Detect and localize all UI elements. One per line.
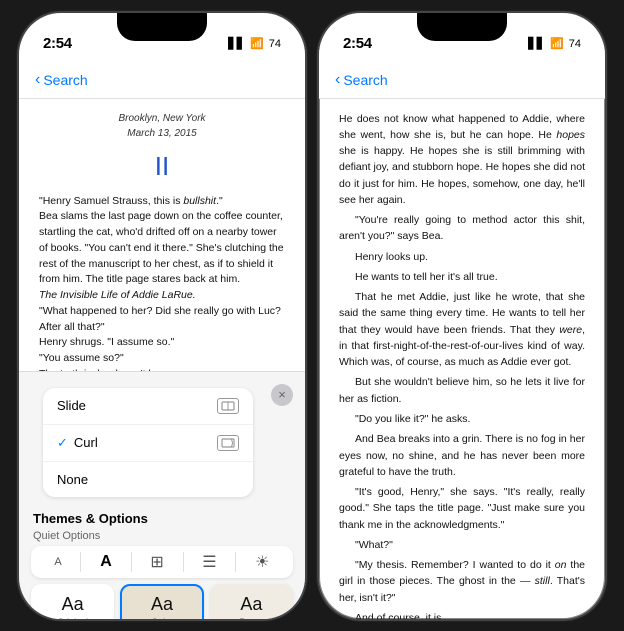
right-status-icons: ▋▋ 📶 74 [528, 37, 581, 50]
font-small-icon: A [54, 556, 61, 568]
left-book-text: Brooklyn, New YorkMarch 13, 2015 II "Hen… [19, 99, 305, 383]
left-back-button[interactable]: ‹ Search [35, 71, 88, 89]
right-para-3: He wants to tell her it's all true. [339, 269, 585, 285]
right-back-label: Search [343, 72, 387, 88]
font-large-icon: A [100, 553, 112, 571]
themes-grid: Aa Original Aa Quiet Aa Paper Aa Bold [19, 584, 305, 621]
right-para-7: And Bea breaks into a grin. There is no … [339, 431, 585, 480]
left-book-content: Brooklyn, New YorkMarch 13, 2015 II "Hen… [19, 99, 305, 383]
font-toolbar: A A ⊞ ☰ ☀ [31, 546, 293, 578]
checkmark-icon: ✓ [57, 435, 68, 451]
theme-original[interactable]: Aa Original [31, 584, 114, 621]
right-notch [417, 13, 507, 41]
wifi-icon: 📶 [250, 37, 264, 50]
quiet-options-label: Quiet Options [19, 530, 305, 546]
font-style-icon[interactable]: ⊞ [150, 552, 163, 572]
font-format-icon[interactable]: ☰ [202, 552, 216, 572]
theme-original-label: Original [57, 617, 88, 621]
right-para-4: That he met Addie, just like he wrote, t… [339, 289, 585, 370]
chapter-number: II [39, 147, 285, 186]
book-para-2: The Invisible Life of Addie LaRue. [39, 288, 285, 304]
phones-container: 2:54 ▋▋ 📶 74 ‹ Search Brooklyn, New York… [17, 11, 607, 621]
brightness-icon[interactable]: ☀ [255, 552, 269, 572]
right-phone: 2:54 ▋▋ 📶 74 ‹ Search He does not know w… [317, 11, 607, 621]
right-para-2: Henry looks up. [339, 249, 585, 265]
right-battery-level: 74 [569, 38, 581, 50]
theme-original-text: Aa [62, 594, 84, 615]
right-signal-icon: ▋▋ [528, 37, 545, 50]
themes-header: Themes & Options [19, 505, 305, 530]
curl-label: Curl [74, 435, 98, 450]
right-time: 2:54 [343, 35, 372, 52]
theme-paper[interactable]: Aa Paper [210, 584, 293, 621]
divider-4 [235, 552, 236, 572]
right-para-0: He does not know what happened to Addie,… [339, 111, 585, 209]
right-para-9: "What?" [339, 537, 585, 553]
none-option[interactable]: None [43, 462, 253, 497]
signal-icon: ▋▋ [228, 37, 245, 50]
left-status-bar: 2:54 ▋▋ 📶 74 [19, 13, 305, 63]
theme-quiet-text: Aa [151, 594, 173, 615]
book-para-0: "Henry Samuel Strauss, this is bullshit.… [39, 194, 285, 210]
book-location: Brooklyn, New YorkMarch 13, 2015 [39, 111, 285, 141]
book-para-1: Bea slams the last page down on the coff… [39, 209, 285, 288]
curl-option[interactable]: ✓ Curl [43, 425, 253, 462]
slide-label: Slide [57, 398, 86, 413]
close-panel-button[interactable]: × [271, 384, 293, 406]
none-label: None [57, 472, 88, 487]
divider-1 [80, 552, 81, 572]
book-para-3: "What happened to her? Did she really go… [39, 304, 285, 336]
left-chevron-icon: ‹ [35, 71, 40, 89]
right-para-5: But she wouldn't believe him, so he lets… [339, 374, 585, 407]
right-book-content: He does not know what happened to Addie,… [319, 99, 605, 621]
curl-icon [217, 435, 239, 451]
theme-paper-text: Aa [240, 594, 262, 615]
left-notch [117, 13, 207, 41]
right-back-button[interactable]: ‹ Search [335, 71, 388, 89]
left-status-icons: ▋▋ 📶 74 [228, 37, 281, 50]
left-time: 2:54 [43, 35, 72, 52]
theme-quiet-label: Quiet [151, 617, 173, 621]
battery-level: 74 [269, 38, 281, 50]
transition-options: Slide ✓ Curl None [43, 388, 253, 497]
right-chevron-icon: ‹ [335, 71, 340, 89]
slide-option[interactable]: Slide [43, 388, 253, 425]
book-para-5: "You assume so?" [39, 351, 285, 367]
themes-label: Themes & Options [33, 511, 148, 526]
book-para-4: Henry shrugs. "I assume so." [39, 335, 285, 351]
theme-quiet[interactable]: Aa Quiet [120, 584, 203, 621]
right-para-6: "Do you like it?" he asks. [339, 411, 585, 427]
divider-2 [131, 552, 132, 572]
slide-icon [217, 398, 239, 414]
right-para-1: "You're really going to method actor thi… [339, 212, 585, 245]
right-para-10: "My thesis. Remember? I wanted to do it … [339, 557, 585, 606]
theme-paper-label: Paper [239, 617, 263, 621]
right-nav-bar: ‹ Search [319, 63, 605, 99]
left-nav-bar: ‹ Search [19, 63, 305, 99]
right-para-8: "It's good, Henry," she says. "It's real… [339, 484, 585, 533]
left-back-label: Search [43, 72, 87, 88]
bottom-panel: Slide ✓ Curl None [19, 371, 305, 619]
left-phone: 2:54 ▋▋ 📶 74 ‹ Search Brooklyn, New York… [17, 11, 307, 621]
right-status-bar: 2:54 ▋▋ 📶 74 [319, 13, 605, 63]
right-para-11: And of course, it is. [339, 610, 585, 621]
divider-3 [183, 552, 184, 572]
right-wifi-icon: 📶 [550, 37, 564, 50]
